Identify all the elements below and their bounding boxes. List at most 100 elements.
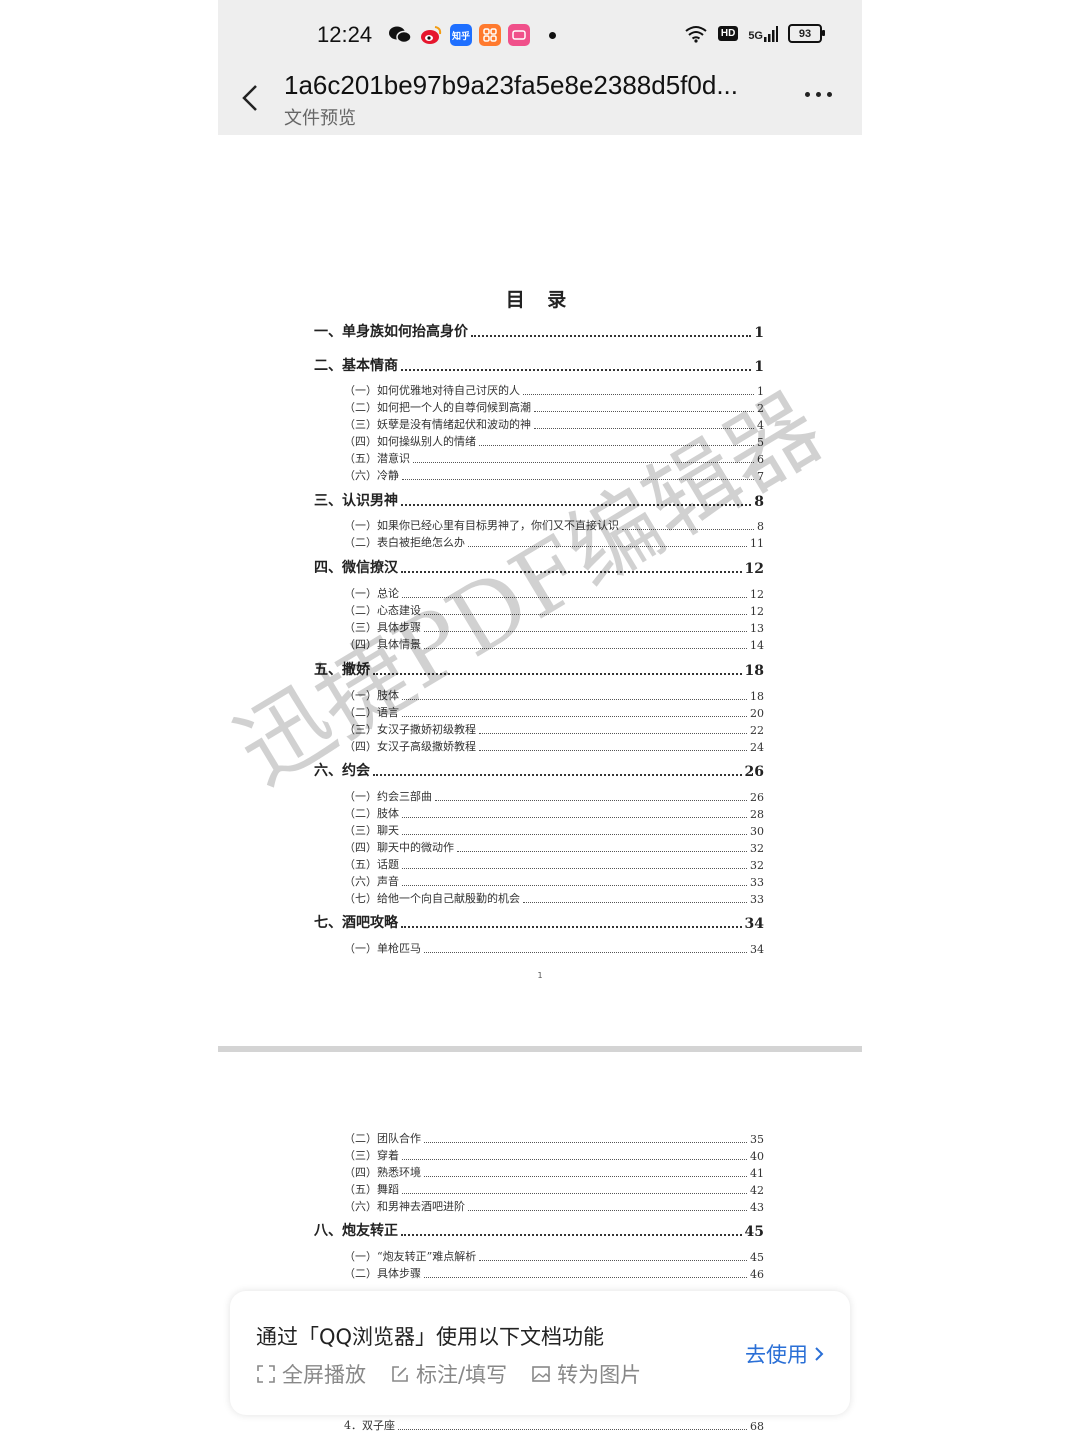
toc-entry: （三）女汉子撒娇初级教程 22	[344, 721, 764, 737]
toc-entry: （二）具体步骤 46	[344, 1265, 764, 1281]
edit-feature[interactable]: 标注/填写	[390, 1359, 507, 1389]
status-bar: 12:24 知乎 HD 5G 93	[218, 0, 862, 70]
network-type: 5G	[748, 29, 763, 42]
back-arrow-icon[interactable]	[238, 80, 262, 116]
toc-entry-page: 68	[750, 1420, 764, 1433]
toc-entry: （四）女汉子高级撒娇教程 24	[344, 738, 764, 754]
toc-entry-title: （二）语言	[344, 706, 399, 719]
toc-leader-dots	[534, 428, 754, 429]
toc-entry: （二）语言 20	[344, 704, 764, 720]
toc-entry-page: 46	[750, 1268, 764, 1281]
toc-entry: （一）如果你已经心里有目标男神了，你们又不直接认识 8	[344, 517, 764, 533]
toc-leader-dots	[479, 750, 747, 751]
toc-leader-dots	[402, 479, 754, 480]
toc-entry-title: 四、微信撩汉	[314, 560, 398, 576]
qq-browser-banner[interactable]: 通过「QQ浏览器」使用以下文档功能 全屏播放 标注/填写 转为图片 去使用	[230, 1291, 850, 1415]
toc-leader-dots	[534, 411, 754, 412]
toc-leader-dots	[479, 1260, 747, 1261]
toc-leader-dots	[401, 926, 742, 928]
toc-entry-title: （二）团队合作	[344, 1132, 421, 1145]
to-image-label: 转为图片	[557, 1363, 642, 1387]
toc-entry-title: （二）表白被拒绝怎么办	[344, 536, 465, 549]
go-use-button[interactable]: 去使用	[745, 1339, 824, 1369]
toc-entry-title: （四）如何操纵别人的情绪	[344, 435, 476, 448]
toc-entry-page: 6	[757, 453, 764, 466]
pink-app-icon	[508, 24, 530, 46]
title-bar: 1a6c201be97b9a23fa5e8e2388d5f0d... 文件预览	[218, 70, 862, 135]
toc-entry-page: 33	[750, 893, 764, 906]
toc-leader-dots	[402, 716, 747, 717]
fullscreen-feature[interactable]: 全屏播放	[256, 1359, 366, 1389]
toc-leader-dots	[424, 952, 747, 953]
toc-entry-title: （四）具体情景	[344, 638, 421, 651]
toc-entry-title: （一）“炮友转正”难点解析	[344, 1250, 477, 1263]
fullscreen-label: 全屏播放	[282, 1363, 366, 1387]
toc-entry-title: （六）声音	[344, 875, 399, 888]
battery-icon: 93	[788, 24, 825, 43]
toc-leader-dots	[401, 571, 742, 573]
toc-entry-page: 34	[744, 916, 764, 932]
toc-entry: （一）肢体 18	[344, 687, 764, 703]
toc-entry-title: （一）单枪匹马	[344, 942, 421, 955]
toc-entry: （五）话题 32	[344, 856, 764, 872]
toc-entry-title: （五）潜意识	[344, 452, 410, 465]
toc-entry-title: （四）女汉子高级撒娇教程	[344, 740, 476, 753]
toc-leader-dots	[402, 1193, 747, 1194]
to-image-feature[interactable]: 转为图片	[531, 1359, 641, 1389]
toc-leader-dots	[435, 800, 747, 801]
toc-entry-title: （三）妖孽是没有情绪起伏和波动的神	[344, 418, 531, 431]
toc-entry-title: （三）穿着	[344, 1149, 399, 1162]
toc-entry: （二）心态建设 12	[344, 602, 764, 618]
more-options-icon[interactable]	[805, 92, 832, 97]
toc-leader-dots	[424, 648, 747, 649]
file-title: 1a6c201be97b9a23fa5e8e2388d5f0d...	[284, 70, 738, 100]
file-subtitle: 文件预览	[284, 108, 356, 129]
toc-entry-page: 11	[750, 537, 764, 550]
toc-entry-page: 2	[757, 402, 764, 415]
toc-entry-title: （三）聊天	[344, 824, 399, 837]
toc-entry-page: 8	[754, 494, 764, 510]
toc-entry-title: （六）和男神去酒吧进阶	[344, 1200, 465, 1213]
toc-entry-page: 12	[750, 605, 764, 618]
toc-entry-page: 12	[750, 588, 764, 601]
battery-level: 93	[798, 27, 812, 40]
toc-entry-title: 七、酒吧攻略	[314, 915, 398, 931]
toc-entry-page: 20	[750, 707, 764, 720]
toc-entry: 一、单身族如何抬高身价 1	[314, 321, 764, 341]
toc-entry-page: 4	[757, 419, 764, 432]
banner-features: 全屏播放 标注/填写 转为图片	[256, 1359, 641, 1389]
toc-leader-dots	[479, 445, 754, 446]
toc-leader-dots	[402, 868, 747, 869]
toc-entry-title: （二）心态建设	[344, 604, 421, 617]
toc-entry-page: 42	[750, 1184, 764, 1197]
toc-entry-title: 二、基本情商	[314, 358, 398, 374]
toc-entry-title: （七）给他一个向自己献殷勤的机会	[344, 892, 520, 905]
toc-entry-page: 40	[750, 1150, 764, 1163]
toc-entry-page: 32	[750, 859, 764, 872]
toc-leader-dots	[402, 885, 747, 886]
toc-entry: （六）和男神去酒吧进阶 43	[344, 1198, 764, 1214]
signal-icon: 5G	[748, 25, 778, 42]
toc-entry-title: （四）熟悉环境	[344, 1166, 421, 1179]
wechat-icon	[389, 26, 412, 44]
toc-entry-title: （一）约会三部曲	[344, 790, 432, 803]
status-time: 12:24	[317, 22, 373, 47]
toc-leader-dots	[401, 369, 752, 371]
toc-entry: （六）声音 33	[344, 873, 764, 889]
banner-title: 通过「QQ浏览器」使用以下文档功能	[256, 1325, 605, 1349]
document-page-1: 目 录 一、单身族如何抬高身价 1 二、基本情商 1 （一）如何优雅地对待自己讨厌的人 1…	[218, 135, 862, 1047]
toc-leader-dots	[402, 817, 747, 818]
toc-leader-dots	[402, 1159, 747, 1160]
toc-entry: 4．双子座 68	[344, 1417, 764, 1433]
toc-entry: （一）如何优雅地对待自己讨厌的人 1	[344, 382, 764, 398]
toc-entry-title: （四）聊天中的微动作	[344, 841, 454, 854]
toc-entry-page: 26	[750, 791, 764, 804]
toc-leader-dots	[424, 1176, 747, 1177]
system-indicators: HD 5G 93	[684, 24, 825, 43]
toc-leader-dots	[398, 1429, 747, 1430]
toc-entry-title: （二）肢体	[344, 807, 399, 820]
toc-entry: （一）“炮友转正”难点解析 45	[344, 1248, 764, 1264]
toc-entry: （一）约会三部曲 26	[344, 788, 764, 804]
toc-entry: （四）熟悉环境 41	[344, 1164, 764, 1180]
toc-entry-page: 1	[754, 359, 764, 375]
